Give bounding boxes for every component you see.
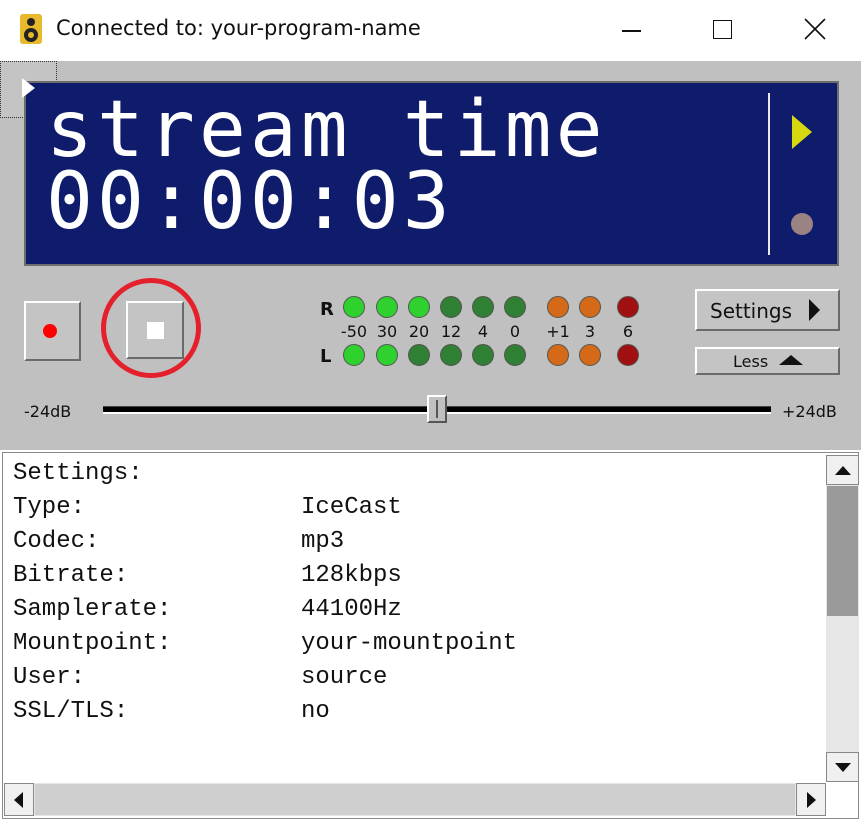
meter-left-led xyxy=(547,344,569,366)
meter-scale-label: 30 xyxy=(376,322,398,341)
vertical-scroll-thumb[interactable] xyxy=(827,486,858,616)
meter-scale-label: 20 xyxy=(408,322,430,341)
scroll-down-icon[interactable] xyxy=(826,752,859,782)
settings-value: your-mountpoint xyxy=(301,630,518,657)
minimize-button[interactable] xyxy=(585,0,677,61)
volume-min-label: -24dB xyxy=(24,402,72,421)
meter-right-led xyxy=(617,296,639,318)
meter-scale-label: 4 xyxy=(477,322,489,341)
meter-right-led xyxy=(343,296,365,318)
meter-scale-label: 3 xyxy=(584,322,596,341)
display-dot-icon xyxy=(791,213,813,235)
maximize-button[interactable] xyxy=(677,0,769,61)
vertical-scrollbar[interactable] xyxy=(826,455,859,782)
volume-max-label: +24dB xyxy=(782,402,837,421)
settings-key: Codec: xyxy=(13,528,100,555)
scroll-left-icon[interactable] xyxy=(4,783,34,816)
meter-left-led xyxy=(504,344,526,366)
settings-key: Type: xyxy=(13,494,86,521)
record-dot-icon xyxy=(43,324,57,338)
main-panel: stream time 00:00:03 R L -50 30 20 12 4 0 +1 3 6… xyxy=(0,61,861,450)
settings-key: User: xyxy=(13,664,86,691)
meter-right-led xyxy=(504,296,526,318)
meter-right-led xyxy=(547,296,569,318)
horizontal-scrollbar[interactable] xyxy=(4,783,826,816)
settings-value: IceCast xyxy=(301,494,402,521)
meter-right-led xyxy=(440,296,462,318)
settings-text-pane[interactable]: Settings: Type: IceCast Codec: mp3 Bitrate: 1… xyxy=(2,452,859,819)
display-arrow-icon[interactable] xyxy=(792,115,812,149)
display-divider xyxy=(768,93,770,255)
meter-left-led xyxy=(472,344,494,366)
meter-left-led xyxy=(579,344,601,366)
less-button[interactable]: Less xyxy=(695,347,840,375)
display-line-2: 00:00:03 xyxy=(46,157,454,247)
scroll-right-icon[interactable] xyxy=(796,783,826,816)
meter-right-led xyxy=(579,296,601,318)
title-bar: Connected to: your-program-name xyxy=(0,0,861,61)
highlight-circle xyxy=(101,278,201,378)
settings-key: Samplerate: xyxy=(13,596,172,623)
horizontal-scroll-thumb[interactable] xyxy=(35,784,795,815)
close-button[interactable] xyxy=(769,0,861,61)
settings-button-label: Settings xyxy=(710,299,793,323)
window-title: Connected to: your-program-name xyxy=(56,16,421,40)
meter-right-led xyxy=(408,296,430,318)
arrow-right-icon xyxy=(809,299,820,321)
settings-value: mp3 xyxy=(301,528,345,555)
meter-left-led xyxy=(617,344,639,366)
volume-slider-thumb[interactable] xyxy=(427,395,447,423)
settings-button[interactable]: Settings xyxy=(695,289,840,331)
meter-scale-label: 0 xyxy=(509,322,521,341)
settings-value: 44100Hz xyxy=(301,596,402,623)
settings-value: source xyxy=(301,664,388,691)
scroll-up-icon[interactable] xyxy=(826,455,859,485)
meter-right-led xyxy=(472,296,494,318)
meter-left-label: L xyxy=(320,346,332,367)
settings-key: Mountpoint: xyxy=(13,630,172,657)
meter-scale-label: 12 xyxy=(440,322,462,341)
close-icon xyxy=(804,18,826,40)
meter-right-label: R xyxy=(320,299,334,320)
settings-key: Bitrate: xyxy=(13,562,129,589)
less-button-label: Less xyxy=(733,352,769,371)
record-button[interactable] xyxy=(24,301,81,361)
meter-scale-label: 6 xyxy=(622,322,634,341)
play-triangle-icon xyxy=(22,78,35,98)
arrow-up-icon xyxy=(779,355,803,365)
meter-scale-label: -50 xyxy=(340,322,368,341)
meter-left-led xyxy=(440,344,462,366)
meter-left-led xyxy=(343,344,365,366)
meter-scale-label: +1 xyxy=(546,322,570,341)
lcd-display: stream time 00:00:03 xyxy=(24,81,839,266)
meter-right-led xyxy=(376,296,398,318)
meter-left-led xyxy=(408,344,430,366)
settings-key: SSL/TLS: xyxy=(13,698,129,725)
meter-left-led xyxy=(376,344,398,366)
settings-value: no xyxy=(301,698,330,725)
speaker-app-icon xyxy=(20,14,42,44)
settings-value: 128kbps xyxy=(301,562,402,589)
